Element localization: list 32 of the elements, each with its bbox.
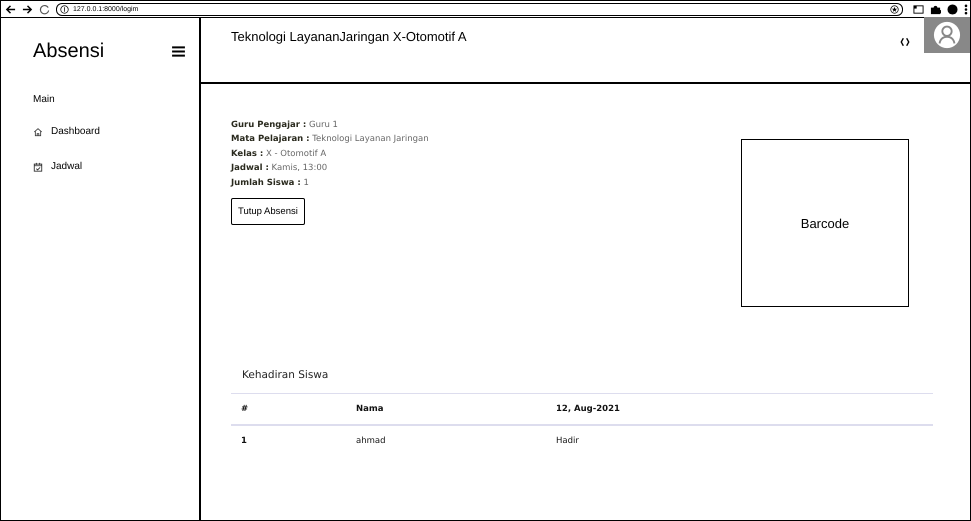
page-title: Teknologi LayananJaringan X-Otomotif A xyxy=(231,29,468,44)
calendar-icon xyxy=(33,162,43,172)
app-title: Absensi xyxy=(33,40,104,62)
info-icon xyxy=(60,4,69,14)
fullscreen-icon[interactable] xyxy=(900,37,910,47)
table-cell: Hadir xyxy=(546,425,933,456)
back-icon[interactable] xyxy=(5,4,16,14)
extension-icon[interactable] xyxy=(890,4,899,14)
column-header: # xyxy=(231,394,346,425)
user-icon xyxy=(933,21,961,49)
barcode-label: Barcode xyxy=(800,216,850,230)
menu-icon[interactable] xyxy=(172,46,185,56)
column-header: Nama xyxy=(346,394,546,425)
close-attendance-button[interactable]: Tutup Absensi xyxy=(231,198,305,226)
home-icon xyxy=(33,126,43,136)
section-label: Main xyxy=(32,93,56,105)
reload-icon[interactable] xyxy=(39,4,50,14)
table-cell: 1 xyxy=(231,425,346,456)
detail-line: Mata Pelajaran : Teknologi Layanan Jaringan xyxy=(231,133,429,146)
tab-icon[interactable] xyxy=(913,4,924,14)
forward-icon[interactable] xyxy=(22,4,33,14)
nav-item[interactable]: Dashboard xyxy=(1,126,100,137)
table-cell: ahmad xyxy=(346,425,546,456)
detail-line: Jadwal : Kamis, 13:00 xyxy=(231,162,328,176)
nav-item[interactable]: Jadwal xyxy=(1,161,82,172)
detail-line: Jumlah Siswa : 1 xyxy=(231,176,310,190)
column-header: 12, Aug-2021 xyxy=(546,394,933,425)
section-title: Kehadiran Siswa xyxy=(242,369,330,381)
menu-dots-icon[interactable] xyxy=(964,4,968,14)
profile-dot-icon[interactable] xyxy=(947,4,958,14)
detail-line: Kelas : X - Otomotif A xyxy=(231,148,328,161)
detail-line: Guru Pengajar : Guru 1 xyxy=(231,119,339,132)
